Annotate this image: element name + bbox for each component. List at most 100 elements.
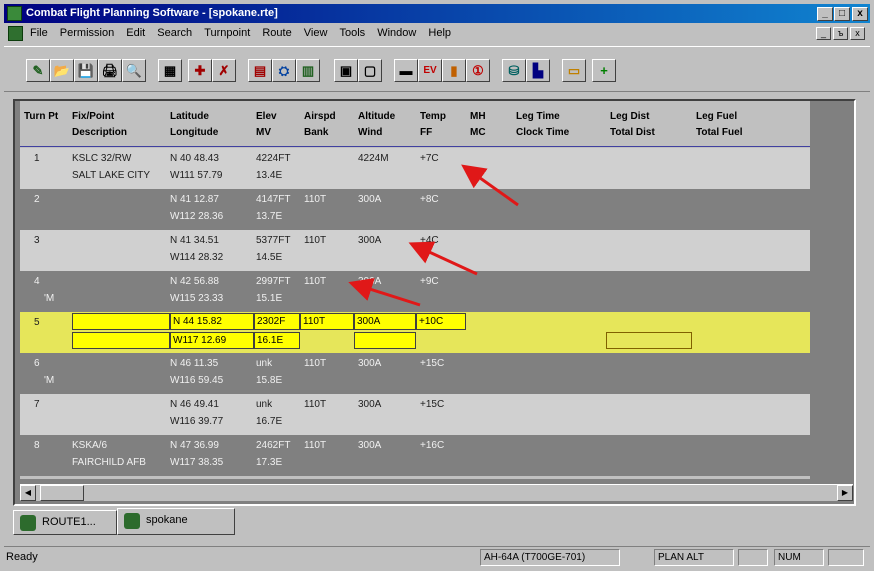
header-clock-time[interactable]: Clock Time bbox=[516, 125, 569, 140]
header-wind[interactable]: Wind bbox=[358, 125, 382, 140]
new-route-icon[interactable]: ✎ bbox=[26, 59, 50, 82]
profile-icon[interactable]: ▥ bbox=[296, 59, 320, 82]
close-button[interactable]: x bbox=[852, 7, 868, 21]
delete-point-icon[interactable]: ✗ bbox=[212, 59, 236, 82]
map-icon[interactable]: ▣ bbox=[334, 59, 358, 82]
insert-point-icon[interactable]: ✚ bbox=[188, 59, 212, 82]
weather-icon[interactable]: ▙ bbox=[526, 59, 550, 82]
cell-mv: 14.5E bbox=[256, 252, 283, 263]
grid-header: Turn Pt Fix/Point Description Latitude L… bbox=[20, 101, 810, 147]
header-total-dist[interactable]: Total Dist bbox=[610, 125, 655, 140]
menu-permission[interactable]: Permission bbox=[60, 24, 114, 43]
header-mc[interactable]: MC bbox=[470, 125, 486, 140]
ev-icon[interactable]: EV bbox=[418, 59, 442, 82]
header-fixpoint[interactable]: Fix/Point bbox=[72, 109, 114, 124]
edit-elev[interactable]: 2302F bbox=[254, 313, 300, 330]
settings-icon[interactable]: ▭ bbox=[562, 59, 586, 82]
cell-elev: 4147FT bbox=[256, 194, 291, 205]
table-icon[interactable]: ▤ bbox=[248, 59, 272, 82]
tab-route1[interactable]: ROUTE1... bbox=[13, 510, 117, 535]
route-document: Turn Pt Fix/Point Description Latitude L… bbox=[13, 99, 856, 506]
table-row[interactable]: 3 N 41 34.51 W114 28.32 5377FT 14.5E 110… bbox=[20, 230, 810, 271]
zoom-icon[interactable]: 🔍 bbox=[122, 59, 146, 82]
save-icon[interactable]: 💾 bbox=[74, 59, 98, 82]
title-bar: Combat Flight Planning Software - [spoka… bbox=[4, 4, 870, 23]
tab-spokane[interactable]: spokane bbox=[117, 508, 235, 535]
clock-icon[interactable]: ① bbox=[466, 59, 490, 82]
mdi-close-button[interactable]: x bbox=[850, 27, 865, 40]
header-leg-fuel[interactable]: Leg Fuel bbox=[696, 109, 737, 124]
header-leg-time[interactable]: Leg Time bbox=[516, 109, 560, 124]
edit-lat[interactable]: N 44 15.82 bbox=[170, 313, 254, 330]
menu-route[interactable]: Route bbox=[262, 24, 291, 43]
database-icon[interactable]: ⛁ bbox=[502, 59, 526, 82]
menu-tools[interactable]: Tools bbox=[339, 24, 365, 43]
chart-icon[interactable]: ⛭ bbox=[272, 59, 296, 82]
header-longitude[interactable]: Longitude bbox=[170, 125, 218, 140]
edit-alt[interactable]: 300A bbox=[354, 313, 416, 330]
header-total-fuel[interactable]: Total Fuel bbox=[696, 125, 742, 140]
menu-edit[interactable]: Edit bbox=[126, 24, 145, 43]
print-icon[interactable]: 🖨 bbox=[98, 59, 122, 82]
menu-help[interactable]: Help bbox=[428, 24, 451, 43]
header-description[interactable]: Description bbox=[72, 125, 127, 140]
table-row[interactable]: 8 KSKA/6 FAIRCHILD AFB N 47 36.99 W117 3… bbox=[20, 435, 810, 476]
cell-temp: +15C bbox=[420, 399, 445, 410]
minimize-button[interactable]: _ bbox=[817, 7, 833, 21]
header-ff[interactable]: FF bbox=[420, 125, 432, 140]
maximize-button[interactable]: □ bbox=[834, 7, 850, 21]
edit-desc[interactable] bbox=[72, 332, 170, 349]
crosshair-icon[interactable]: + bbox=[592, 59, 616, 82]
header-elev[interactable]: Elev bbox=[256, 109, 277, 124]
header-mh[interactable]: MH bbox=[470, 109, 486, 124]
cell-temp: +15C bbox=[420, 358, 445, 369]
header-turn-pt[interactable]: Turn Pt bbox=[24, 109, 58, 124]
cell-turn: 3 bbox=[34, 235, 40, 246]
cell-temp: +9C bbox=[420, 276, 439, 287]
edit-lon[interactable]: W117 12.69 bbox=[170, 332, 254, 349]
menu-file[interactable]: File bbox=[30, 24, 48, 43]
menu-view[interactable]: View bbox=[304, 24, 328, 43]
cell-turn: 2 bbox=[34, 194, 40, 205]
bar-icon[interactable]: ▬ bbox=[394, 59, 418, 82]
edit-mv[interactable]: 16.1E bbox=[254, 332, 300, 349]
scroll-right-icon[interactable]: ▶ bbox=[837, 485, 853, 501]
horizontal-scrollbar[interactable]: ◀ ▶ bbox=[20, 484, 853, 501]
edit-temp[interactable]: +10C bbox=[416, 313, 466, 330]
table-row-selected[interactable]: 5 N 44 15.82 W117 12.69 2302F 16.1E 110T… bbox=[20, 312, 810, 353]
header-temp[interactable]: Temp bbox=[420, 109, 446, 124]
header-bank[interactable]: Bank bbox=[304, 125, 328, 140]
edit-wind[interactable] bbox=[354, 332, 416, 349]
header-leg-dist[interactable]: Leg Dist bbox=[610, 109, 649, 124]
menu-search[interactable]: Search bbox=[157, 24, 192, 43]
grid-view-icon[interactable]: ▦ bbox=[158, 59, 182, 82]
header-airspd[interactable]: Airspd bbox=[304, 109, 336, 124]
edit-fix[interactable] bbox=[72, 313, 170, 330]
header-latitude[interactable]: Latitude bbox=[170, 109, 209, 124]
edit-airspd[interactable]: 110T bbox=[300, 313, 354, 330]
layer-icon[interactable]: ▢ bbox=[358, 59, 382, 82]
table-row[interactable]: 2 N 41 12.87 W112 28.36 4147FT 13.7E 110… bbox=[20, 189, 810, 230]
open-file-icon[interactable]: 📂 bbox=[50, 59, 74, 82]
menu-turnpoint[interactable]: Turnpoint bbox=[204, 24, 250, 43]
table-row[interactable]: 4 'M N 42 56.88 W115 23.33 2997FT 15.1E … bbox=[20, 271, 810, 312]
header-mv[interactable]: MV bbox=[256, 125, 271, 140]
menu-window[interactable]: Window bbox=[377, 24, 416, 43]
fuel-icon[interactable]: ▮ bbox=[442, 59, 466, 82]
table-row[interactable]: 6 'M N 46 11.35 W116 59.45 unk 15.8E 110… bbox=[20, 353, 810, 394]
scroll-left-icon[interactable]: ◀ bbox=[20, 485, 36, 501]
document-icon[interactable] bbox=[8, 26, 23, 41]
edit-total-dist[interactable] bbox=[606, 332, 692, 349]
table-row[interactable]: 1 KSLC 32/RW SALT LAKE CITY N 40 48.43 W… bbox=[20, 148, 810, 189]
cell-turn-marker: 'M bbox=[44, 375, 55, 386]
cell-mv: 13.7E bbox=[256, 211, 283, 222]
table-row[interactable]: 7 N 46 49.41 W116 39.77 unk 16.7E 110T 3… bbox=[20, 394, 810, 435]
cell-mv: 13.4E bbox=[256, 170, 283, 181]
cell-airspd: 110T bbox=[304, 235, 327, 246]
scroll-thumb[interactable] bbox=[40, 485, 84, 501]
cell-lon: W116 39.77 bbox=[170, 416, 224, 427]
mdi-restore-button[interactable]: ъ bbox=[833, 27, 848, 40]
toolbar: ✎ 📂 💾 🖨 🔍 ▦ ✚ ✗ ▤ ⛭ ▥ ▣ ▢ ▬ EV ▮ ① ⛁ ▙ ▭… bbox=[4, 46, 870, 92]
mdi-minimize-button[interactable]: _ bbox=[816, 27, 831, 40]
header-altitude[interactable]: Altitude bbox=[358, 109, 395, 124]
